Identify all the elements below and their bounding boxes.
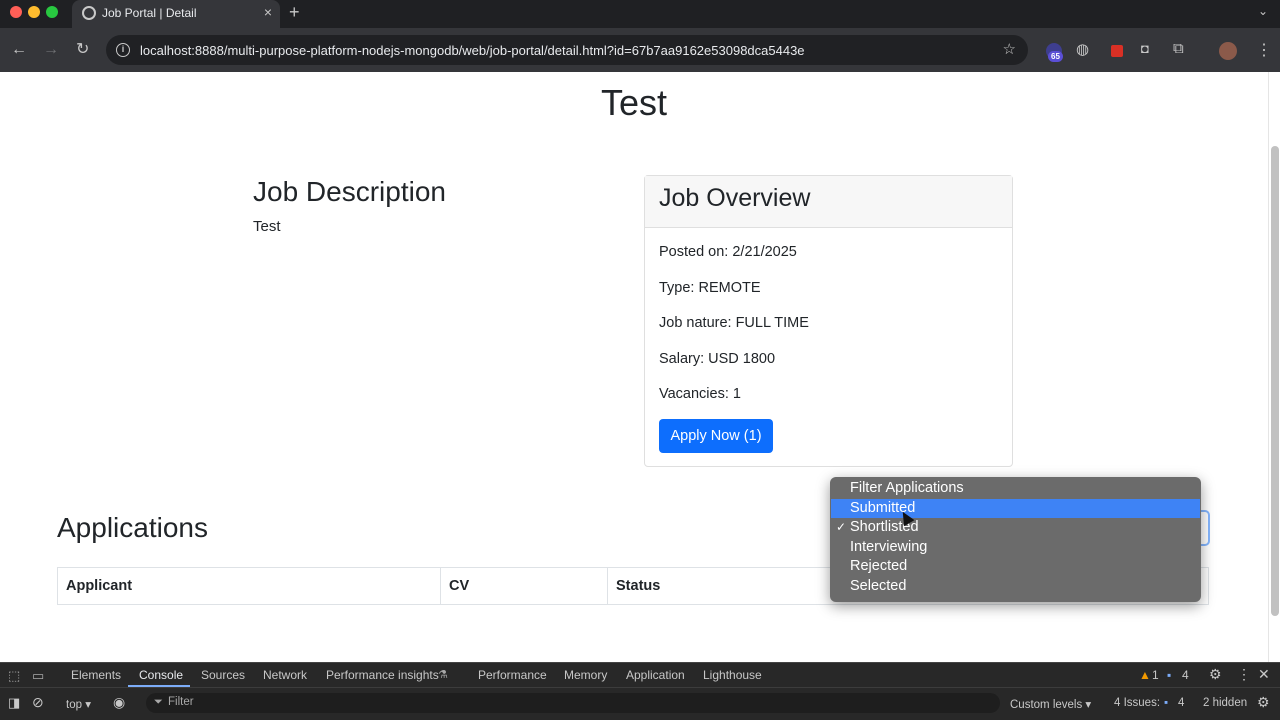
job-description-text: Test [253, 218, 281, 235]
message-icon[interactable]: ▪ [1167, 668, 1171, 682]
tab-console[interactable]: Console [139, 668, 183, 682]
page-scrollbar[interactable] [1268, 72, 1280, 662]
option-label: Interviewing [850, 538, 928, 555]
back-button[interactable]: ← [11, 40, 27, 60]
tab-search-icon[interactable]: ⌄ [1258, 4, 1268, 18]
maximize-window-button[interactable] [46, 6, 58, 18]
option-rejected[interactable]: Rejected [830, 557, 1201, 577]
option-label: Selected [850, 577, 907, 594]
option-filter-applications[interactable]: Filter Applications [830, 479, 1201, 499]
tab-elements[interactable]: Elements [71, 668, 121, 682]
job-nature-text: Job nature: FULL TIME [659, 315, 809, 331]
browser-tab-bar: Job Portal | Detail × + ⌄ [0, 0, 1280, 28]
settings-gear-icon[interactable]: ⚙ [1209, 666, 1222, 683]
filter-placeholder: Filter [168, 696, 194, 708]
devtools-tab-bar: ⬚ ▭ Elements Console Sources Network Per… [0, 663, 1280, 687]
browser-tab-active[interactable]: Job Portal | Detail × [72, 0, 280, 28]
close-devtools-icon[interactable]: ✕ [1258, 666, 1270, 683]
tab-memory[interactable]: Memory [564, 668, 607, 682]
warning-icon[interactable]: ▲ [1139, 668, 1151, 682]
tab-title: Job Portal | Detail [102, 6, 197, 20]
devtools-panel: ⬚ ▭ Elements Console Sources Network Per… [0, 662, 1280, 720]
tab-sources[interactable]: Sources [201, 668, 245, 682]
flask-icon: ⚗ [438, 669, 448, 681]
applicant-column-header: Applicant [57, 567, 441, 605]
custom-levels-label: Custom levels [1010, 699, 1083, 711]
device-toolbar-icon[interactable]: ▭ [32, 668, 44, 684]
posted-on-text: Posted on: 2/21/2025 [659, 244, 797, 260]
option-shortlisted[interactable]: ✓ Shortlisted [830, 518, 1201, 538]
extension-badge: 65 [1048, 51, 1063, 62]
clear-console-icon[interactable]: ⊘ [32, 694, 44, 711]
context-selector[interactable]: top ▾ [66, 697, 91, 711]
tab-network[interactable]: Network [263, 668, 307, 682]
job-type-text: Type: REMOTE [659, 280, 761, 296]
tab-lighthouse[interactable]: Lighthouse [703, 668, 762, 682]
message-count[interactable]: 4 [1182, 668, 1189, 682]
filter-dropdown-menu: Filter Applications Submitted ✓ Shortlis… [830, 477, 1201, 602]
filter-icon: ⏷ [154, 696, 163, 708]
forward-button[interactable]: → [43, 40, 59, 60]
custom-levels-dropdown[interactable]: Custom levels ▾ [1010, 697, 1091, 711]
job-overview-card: Job Overview Posted on: 2/21/2025 Type: … [644, 175, 1013, 467]
apply-now-button[interactable]: Apply Now (1) [659, 419, 773, 453]
browser-menu-icon[interactable]: ⋮ [1256, 40, 1272, 60]
issues-count[interactable]: 4 [1178, 697, 1184, 709]
vacancies-text: Vacancies: 1 [659, 386, 741, 402]
url-text[interactable]: localhost:8888/multi-purpose-platform-no… [140, 43, 805, 58]
console-filter-input[interactable]: ⏷ Filter [146, 693, 1000, 713]
site-info-icon[interactable]: i [116, 43, 130, 57]
close-tab-icon[interactable]: × [264, 4, 272, 20]
reload-button[interactable]: ↻ [76, 40, 89, 60]
bookmark-star-icon[interactable]: ☆ [1003, 40, 1016, 58]
option-label: Rejected [850, 558, 908, 575]
checkmark-icon: ✓ [836, 520, 847, 535]
context-label: top [66, 699, 82, 711]
address-bar[interactable]: i localhost:8888/multi-purpose-platform-… [106, 35, 1028, 65]
issues-icon: ▪ [1164, 697, 1169, 709]
salary-text: Salary: USD 1800 [659, 351, 776, 367]
globe-extension-icon[interactable]: ◍ [1076, 40, 1092, 58]
inspect-element-icon[interactable]: ⬚ [8, 668, 20, 684]
warning-count[interactable]: 1 [1152, 668, 1159, 682]
job-overview-header: Job Overview [645, 176, 1012, 228]
new-tab-button[interactable]: + [289, 2, 300, 23]
job-title: Test [600, 82, 668, 123]
record-extension-icon[interactable] [1111, 45, 1123, 57]
devtools-menu-icon[interactable]: ⋮ [1237, 666, 1251, 683]
option-selected[interactable]: Selected [830, 577, 1201, 597]
extensions-puzzle-icon[interactable]: ⧉ [1173, 40, 1189, 57]
tab-performance-insights[interactable]: Performance insights [326, 668, 439, 682]
sidebar-toggle-icon[interactable]: ◨ [8, 695, 20, 711]
option-submitted[interactable]: Submitted [831, 498, 1200, 519]
live-expression-eye-icon[interactable]: ◉ [113, 694, 125, 711]
browser-toolbar: ← → ↻ i localhost:8888/multi-purpose-pla… [0, 28, 1280, 72]
close-window-button[interactable] [10, 6, 22, 18]
profile-avatar[interactable] [1219, 42, 1237, 60]
camera-extension-icon[interactable]: ◘ [1141, 41, 1157, 57]
option-label: Filter Applications [850, 480, 964, 496]
job-overview-heading: Job Overview [659, 184, 811, 212]
applications-heading: Applications [57, 512, 208, 543]
cv-column-header: CV [440, 567, 608, 605]
scrollbar-thumb[interactable] [1271, 146, 1279, 616]
console-settings-icon[interactable]: ⚙ [1257, 694, 1270, 711]
hidden-count: 2 hidden [1203, 697, 1248, 709]
minimize-window-button[interactable] [28, 6, 40, 18]
issues-label[interactable]: 4 Issues: [1114, 697, 1160, 709]
tab-application[interactable]: Application [626, 668, 685, 682]
favicon-icon [82, 6, 96, 20]
option-interviewing[interactable]: Interviewing [830, 538, 1201, 558]
console-toolbar: ◨ ⊘ top ▾ ◉ ⏷ Filter Custom levels ▾ 4 I… [0, 687, 1280, 720]
job-description-heading: Job Description [253, 176, 446, 207]
tab-performance[interactable]: Performance [478, 668, 547, 682]
